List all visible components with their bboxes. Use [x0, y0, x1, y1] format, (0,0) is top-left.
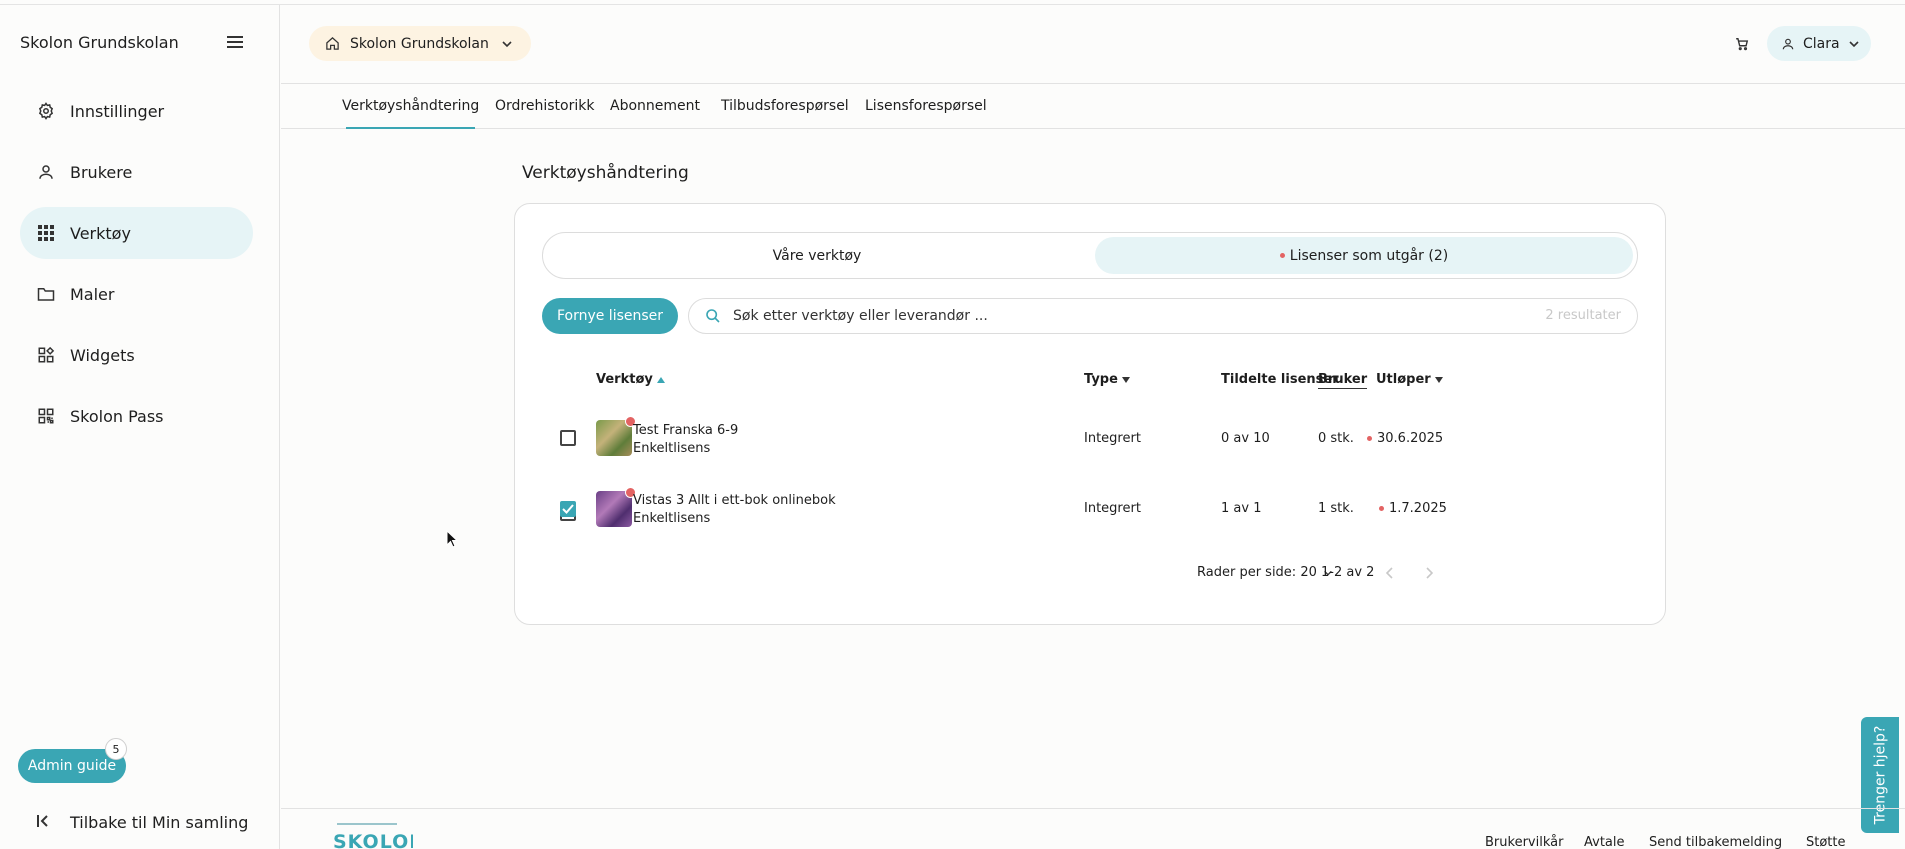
tool-name-cell[interactable]: Test Franska 6-9 Enkeltlisens [633, 422, 738, 458]
sidebar-item-label: Innstillinger [70, 101, 165, 121]
renew-licenses-button[interactable]: Fornye lisenser [542, 298, 678, 334]
back-link-label: Tilbake til Min samling [70, 813, 249, 832]
result-count: 2 resultater [1545, 308, 1621, 323]
sidebar: Skolon Grundskolan Innstillinger Brukere… [0, 5, 280, 849]
grid-icon [36, 223, 56, 243]
footer: SKOLON Brukervilkår Avtale Send tilbakem… [281, 808, 1905, 849]
sidebar-item-widgets[interactable]: Widgets [20, 329, 253, 381]
assigned-cell: 1 av 1 [1221, 501, 1262, 516]
folder-icon [36, 284, 56, 304]
tools-card: Våre verktøy Lisenser som utgår (2) Forn… [514, 203, 1666, 625]
app: Skolon Grundskolan Innstillinger Brukere… [0, 0, 1905, 849]
gear-icon [36, 101, 56, 121]
widgets-icon [36, 345, 56, 365]
assigned-cell: 0 av 10 [1221, 431, 1270, 446]
footer-link-support[interactable]: Støtte [1806, 835, 1846, 849]
row-checkbox[interactable] [560, 430, 576, 446]
tool-thumbnail [596, 487, 636, 527]
type-cell: Integrert [1084, 501, 1141, 516]
alert-dot-icon [1279, 253, 1285, 258]
column-header-tool[interactable]: Verktøy [596, 372, 665, 387]
chevron-down-icon [501, 38, 513, 50]
tab-tilbudsforesporsel[interactable]: Tilbudsforespørsel [721, 85, 849, 129]
caret-down-icon [1121, 376, 1130, 383]
mouse-cursor-icon [446, 529, 459, 552]
sidebar-brand: Skolon Grundskolan [20, 33, 179, 52]
rows-per-page-select[interactable]: Rader per side: 20 [1197, 565, 1333, 580]
next-page-icon[interactable] [1422, 565, 1436, 581]
column-header-user[interactable]: Bruker [1318, 372, 1368, 389]
expires-cell: 1.7.2025 [1379, 501, 1447, 516]
qr-icon [36, 406, 56, 426]
segment-our-tools[interactable]: Våre verktøy [547, 237, 1087, 274]
top-header: Skolon Grundskolan Clara [281, 5, 1905, 84]
search-icon [705, 308, 721, 324]
segmented-control: Våre verktøy Lisenser som utgår (2) [542, 232, 1638, 279]
footer-link-terms[interactable]: Brukervilkår [1485, 835, 1563, 849]
sidebar-nav: Innstillinger Brukere Verktøy Maler Widg… [20, 85, 253, 451]
sidebar-item-label: Verktøy [70, 223, 131, 243]
sidebar-item-verktoy[interactable]: Verktøy [20, 207, 253, 259]
footer-link-agreement[interactable]: Avtale [1584, 835, 1625, 849]
hamburger-menu-icon[interactable] [224, 33, 246, 55]
expires-cell: 30.6.2025 [1367, 431, 1443, 446]
tab-ordrehistorikk[interactable]: Ordrehistorikk [495, 85, 594, 129]
segment-label: Lisenser som utgår (2) [1289, 247, 1449, 264]
users-cell: 0 stk. [1318, 431, 1354, 446]
sort-up-icon [656, 376, 665, 383]
cart-icon[interactable] [1732, 34, 1752, 54]
segment-expiring-licenses[interactable]: Lisenser som utgår (2) [1095, 237, 1633, 274]
svg-text:SKOLON: SKOLON [333, 831, 413, 849]
school-selector[interactable]: Skolon Grundskolan [309, 26, 531, 61]
footer-link-feedback[interactable]: Send tilbakemelding [1649, 835, 1782, 849]
type-cell: Integrert [1084, 431, 1141, 446]
admin-guide-badge: 5 [105, 738, 127, 760]
user-icon [36, 162, 56, 182]
collapse-left-icon [36, 813, 52, 832]
previous-page-icon[interactable] [1383, 565, 1397, 581]
sidebar-item-brukere[interactable]: Brukere [20, 146, 253, 198]
sidebar-item-innstillinger[interactable]: Innstillinger [20, 85, 253, 137]
home-icon [325, 36, 340, 51]
tab-abonnement[interactable]: Abonnement [610, 85, 700, 129]
sidebar-item-label: Widgets [70, 345, 135, 365]
user-icon [1781, 37, 1795, 51]
tab-bar: Verktøyshåndtering Ordrehistorikk Abonne… [281, 85, 1905, 129]
school-selector-label: Skolon Grundskolan [350, 35, 489, 52]
caret-down-icon [1434, 376, 1443, 383]
row-checkbox[interactable] [560, 501, 576, 517]
sidebar-item-label: Brukere [70, 162, 133, 182]
alert-dot-icon [1379, 506, 1384, 511]
column-header-expires[interactable]: Utløper [1376, 372, 1443, 387]
sidebar-item-label: Skolon Pass [70, 406, 164, 426]
user-menu[interactable]: Clara [1767, 26, 1871, 61]
tab-lisensforesporsel[interactable]: Lisensforespørsel [865, 85, 987, 129]
alert-dot-icon [1367, 436, 1372, 441]
tool-thumbnail [596, 416, 636, 456]
tab-verktoyshandtering[interactable]: Verktøyshåndtering [342, 85, 479, 129]
segment-label: Våre verktøy [772, 247, 862, 264]
chevron-down-icon [1848, 38, 1860, 50]
sidebar-item-skolon-pass[interactable]: Skolon Pass [20, 390, 253, 442]
skolon-logo: SKOLON [333, 823, 425, 849]
search-box: 2 resultater [688, 298, 1638, 334]
search-input[interactable] [733, 308, 1513, 324]
sidebar-item-maler[interactable]: Maler [20, 268, 253, 320]
tool-name-cell[interactable]: Vistas 3 Allt i ett-bok onlinebok Enkelt… [633, 492, 836, 528]
page-title: Verktøyshåndtering [522, 163, 689, 183]
users-cell: 1 stk. [1318, 501, 1354, 516]
sidebar-item-label: Maler [70, 284, 115, 304]
column-header-type[interactable]: Type [1084, 372, 1130, 387]
pagination-range: 1-2 av 2 [1321, 565, 1375, 580]
user-menu-label: Clara [1803, 35, 1840, 52]
back-to-collection-link[interactable]: Tilbake til Min samling [36, 813, 248, 832]
